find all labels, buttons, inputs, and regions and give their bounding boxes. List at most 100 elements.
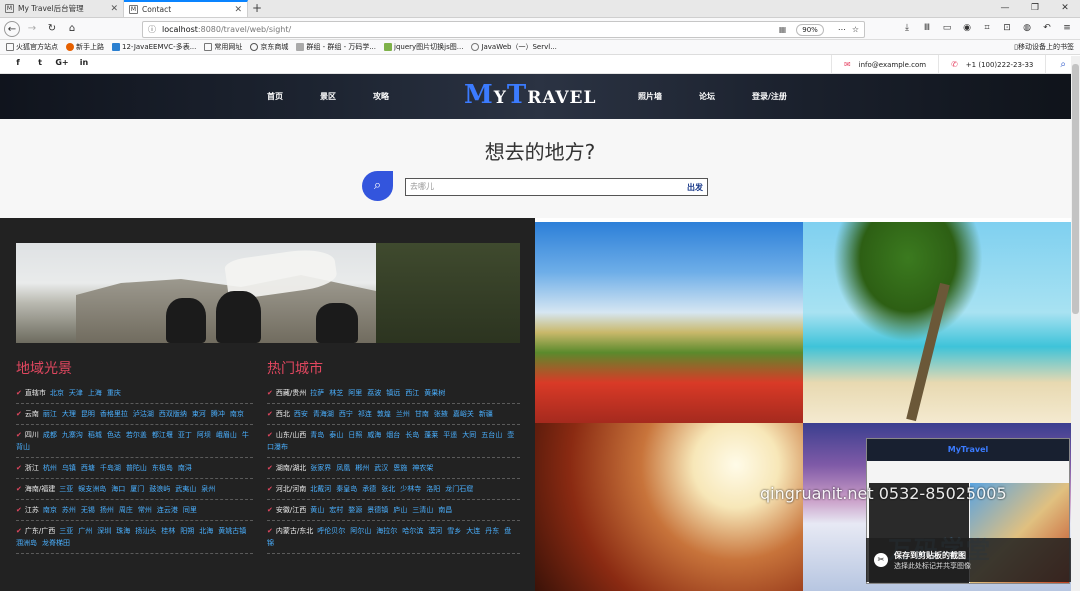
- city-link[interactable]: 镇远: [386, 389, 400, 397]
- city-link[interactable]: 甘南: [415, 410, 429, 418]
- city-link[interactable]: 张家界: [310, 464, 331, 472]
- tab-contact[interactable]: M Contact ✕: [124, 0, 248, 17]
- city-link[interactable]: 大连: [466, 527, 480, 535]
- city-link[interactable]: 蓬莱: [424, 431, 438, 439]
- city-link[interactable]: 涠洲岛: [16, 539, 37, 547]
- city-link[interactable]: 三清山: [412, 506, 433, 514]
- nav-guides[interactable]: 攻略: [373, 74, 389, 119]
- city-link[interactable]: 西宁: [339, 410, 353, 418]
- photo-autumn-leaves[interactable]: [535, 423, 803, 591]
- menu-icon[interactable]: ≡: [1060, 23, 1074, 33]
- city-link[interactable]: 大理: [62, 410, 76, 418]
- city-link[interactable]: 阿坝: [197, 431, 211, 439]
- city-link[interactable]: 威海: [367, 431, 381, 439]
- city-link[interactable]: 东极岛: [152, 464, 173, 472]
- city-link[interactable]: 西双版纳: [159, 410, 187, 418]
- scrollbar-thumb[interactable]: [1072, 64, 1079, 314]
- city-link[interactable]: 恩施: [393, 464, 407, 472]
- city-link[interactable]: 九寨沟: [62, 431, 83, 439]
- city-link[interactable]: 千岛湖: [100, 464, 121, 472]
- city-link[interactable]: 五台山: [481, 431, 502, 439]
- city-link[interactable]: 新疆: [479, 410, 493, 418]
- city-link[interactable]: 阿里: [348, 389, 362, 397]
- bookmark-item[interactable]: 京东商城: [250, 42, 288, 52]
- zoom-level[interactable]: 90%: [796, 23, 824, 36]
- city-link[interactable]: 兰州: [396, 410, 410, 418]
- city-link[interactable]: 丽江: [43, 410, 57, 418]
- city-link[interactable]: 桂林: [161, 527, 175, 535]
- city-link[interactable]: 成都: [43, 431, 57, 439]
- city-link[interactable]: 承德: [362, 485, 376, 493]
- account-icon[interactable]: ◉: [960, 23, 974, 33]
- city-link[interactable]: 广州: [78, 527, 92, 535]
- city-link[interactable]: 阿尔山: [350, 527, 371, 535]
- city-link[interactable]: 阳朔: [180, 527, 194, 535]
- go-button[interactable]: 出发: [687, 182, 703, 193]
- city-link[interactable]: 乌镇: [62, 464, 76, 472]
- city-link[interactable]: 泸沽湖: [133, 410, 154, 418]
- nav-forum[interactable]: 论坛: [699, 74, 715, 119]
- city-link[interactable]: 龙门石窟: [445, 485, 473, 493]
- city-link[interactable]: 深圳: [97, 527, 111, 535]
- city-link[interactable]: 重庆: [107, 389, 121, 397]
- city-link[interactable]: 敦煌: [377, 410, 391, 418]
- phone-cell[interactable]: ✆ +1 (100)222-23-33: [938, 55, 1045, 74]
- city-link[interactable]: 祁连: [358, 410, 372, 418]
- city-link[interactable]: 连云港: [157, 506, 178, 514]
- city-link[interactable]: 香格里拉: [100, 410, 128, 418]
- city-link[interactable]: 庐山: [393, 506, 407, 514]
- bookmark-item[interactable]: 火狐官方站点: [6, 42, 58, 52]
- reload-icon[interactable]: ↻: [44, 21, 60, 37]
- city-link[interactable]: 哈尔滨: [402, 527, 423, 535]
- city-link[interactable]: 鼓浪屿: [149, 485, 170, 493]
- city-link[interactable]: 南京: [230, 410, 244, 418]
- email-cell[interactable]: ✉ info@example.com: [830, 55, 938, 74]
- close-window-icon[interactable]: ✕: [1050, 0, 1080, 17]
- city-link[interactable]: 扬州: [100, 506, 114, 514]
- forward-icon[interactable]: →: [24, 21, 40, 37]
- city-link[interactable]: 周庄: [119, 506, 133, 514]
- close-icon[interactable]: ✕: [110, 4, 118, 14]
- city-link[interactable]: 厦门: [130, 485, 144, 493]
- city-link[interactable]: 蜈支洲岛: [78, 485, 106, 493]
- city-link[interactable]: 海口: [111, 485, 125, 493]
- city-link[interactable]: 武汉: [374, 464, 388, 472]
- city-link[interactable]: 张掖: [434, 410, 448, 418]
- bookmark-item[interactable]: JavaWeb（一）Servl...: [471, 42, 557, 52]
- city-link[interactable]: 南京: [43, 506, 57, 514]
- city-link[interactable]: 黄姚古镇: [218, 527, 246, 535]
- city-link[interactable]: 三亚: [59, 485, 73, 493]
- city-link[interactable]: 亚丁: [178, 431, 192, 439]
- bookmark-item[interactable]: jquery图片切换js图...: [384, 42, 463, 52]
- chat-icon[interactable]: ◍: [1020, 23, 1034, 33]
- city-link[interactable]: 都江堰: [152, 431, 173, 439]
- city-link[interactable]: 同里: [183, 506, 197, 514]
- city-link[interactable]: 秦皇岛: [336, 485, 357, 493]
- city-link[interactable]: 雪乡: [447, 527, 461, 535]
- city-link[interactable]: 泉州: [201, 485, 215, 493]
- city-link[interactable]: 昆明: [81, 410, 95, 418]
- city-link[interactable]: 婺源: [348, 506, 362, 514]
- google-plus-icon[interactable]: G+: [52, 58, 72, 67]
- city-link[interactable]: 色达: [107, 431, 121, 439]
- city-link[interactable]: 景德镇: [367, 506, 388, 514]
- city-link[interactable]: 稻城: [88, 431, 102, 439]
- city-link[interactable]: 日照: [348, 431, 362, 439]
- city-link[interactable]: 拉萨: [310, 389, 324, 397]
- library-icon[interactable]: Ⅲ: [920, 23, 934, 33]
- twitter-icon[interactable]: t: [30, 58, 50, 67]
- city-link[interactable]: 张北: [381, 485, 395, 493]
- city-link[interactable]: 南昌: [438, 506, 452, 514]
- minimize-icon[interactable]: —: [990, 0, 1020, 17]
- site-logo[interactable]: MYTRAVEL: [464, 80, 596, 110]
- sidebar-icon[interactable]: ▭: [940, 23, 954, 33]
- city-link[interactable]: 泰山: [329, 431, 343, 439]
- bookmark-item[interactable]: 常用网址: [204, 42, 242, 52]
- nav-home[interactable]: 首页: [267, 74, 283, 119]
- tab-admin[interactable]: M My Travel后台管理 ✕: [0, 0, 124, 17]
- city-link[interactable]: 林芝: [329, 389, 343, 397]
- city-link[interactable]: 南浔: [178, 464, 192, 472]
- city-link[interactable]: 普陀山: [126, 464, 147, 472]
- nav-photo-wall[interactable]: 照片墙: [638, 74, 662, 119]
- home-icon[interactable]: ⌂: [64, 21, 80, 37]
